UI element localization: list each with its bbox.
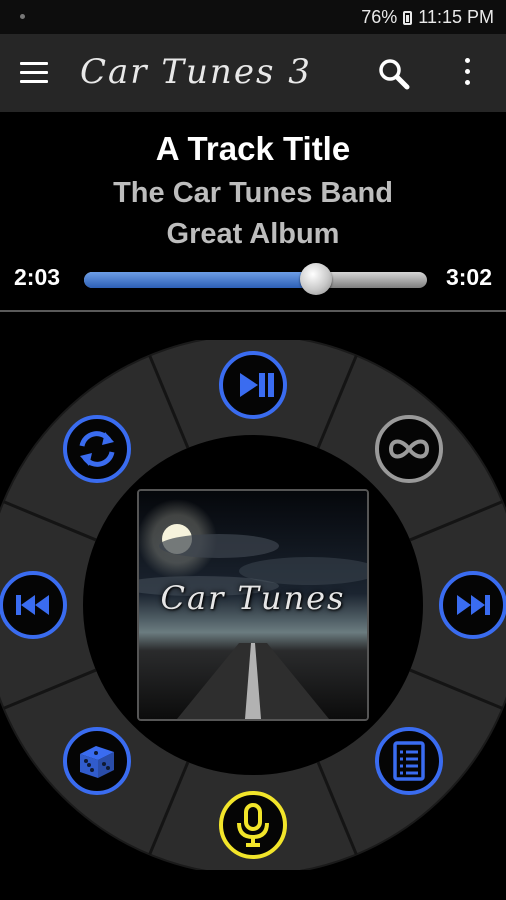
repeat-icon [63, 415, 132, 484]
status-bar: 76% 11:15 PM [0, 0, 506, 34]
clock: 11:15 PM [418, 7, 494, 27]
dice-icon [63, 726, 132, 795]
seek-progress [84, 272, 316, 288]
infinite-loop-button[interactable] [374, 414, 444, 484]
app-bar: Car Tunes 3 [0, 34, 506, 112]
album-art-caption: Car Tunes [160, 579, 346, 617]
list-icon [374, 726, 443, 795]
track-title: A Track Title [155, 130, 351, 167]
repeat-button[interactable] [62, 414, 132, 484]
search-icon [379, 59, 410, 90]
shuffle-button[interactable] [62, 726, 132, 796]
search-button[interactable] [376, 56, 412, 92]
album-art: Car Tunes [137, 489, 369, 721]
battery-icon [403, 10, 413, 25]
battery-percent: 76% [361, 7, 398, 27]
app-logo: Car Tunes 3 [80, 52, 312, 92]
skip-next-icon [439, 571, 506, 639]
seek-thumb[interactable] [299, 263, 332, 295]
infinity-icon [374, 415, 443, 484]
notification-dot-icon [20, 14, 25, 19]
microphone-icon [219, 791, 287, 859]
track-album: Great Album [166, 218, 340, 250]
track-artist: The Car Tunes Band [113, 177, 393, 209]
play-pause-button[interactable] [218, 350, 288, 420]
next-track-button[interactable] [438, 570, 506, 640]
elapsed-time: 2:03 [14, 264, 61, 290]
skip-previous-icon [0, 571, 67, 639]
divider [0, 310, 506, 312]
seek-bar[interactable] [84, 263, 427, 295]
total-time: 3:02 [445, 264, 492, 290]
more-vertical-icon [464, 58, 470, 63]
previous-track-button[interactable] [0, 570, 68, 640]
menu-icon [20, 62, 48, 65]
playlist-button[interactable] [374, 726, 444, 796]
menu-button[interactable] [20, 62, 48, 84]
voice-command-button[interactable] [218, 790, 288, 860]
overflow-menu-button[interactable] [460, 58, 474, 92]
play-pause-icon [219, 351, 287, 419]
